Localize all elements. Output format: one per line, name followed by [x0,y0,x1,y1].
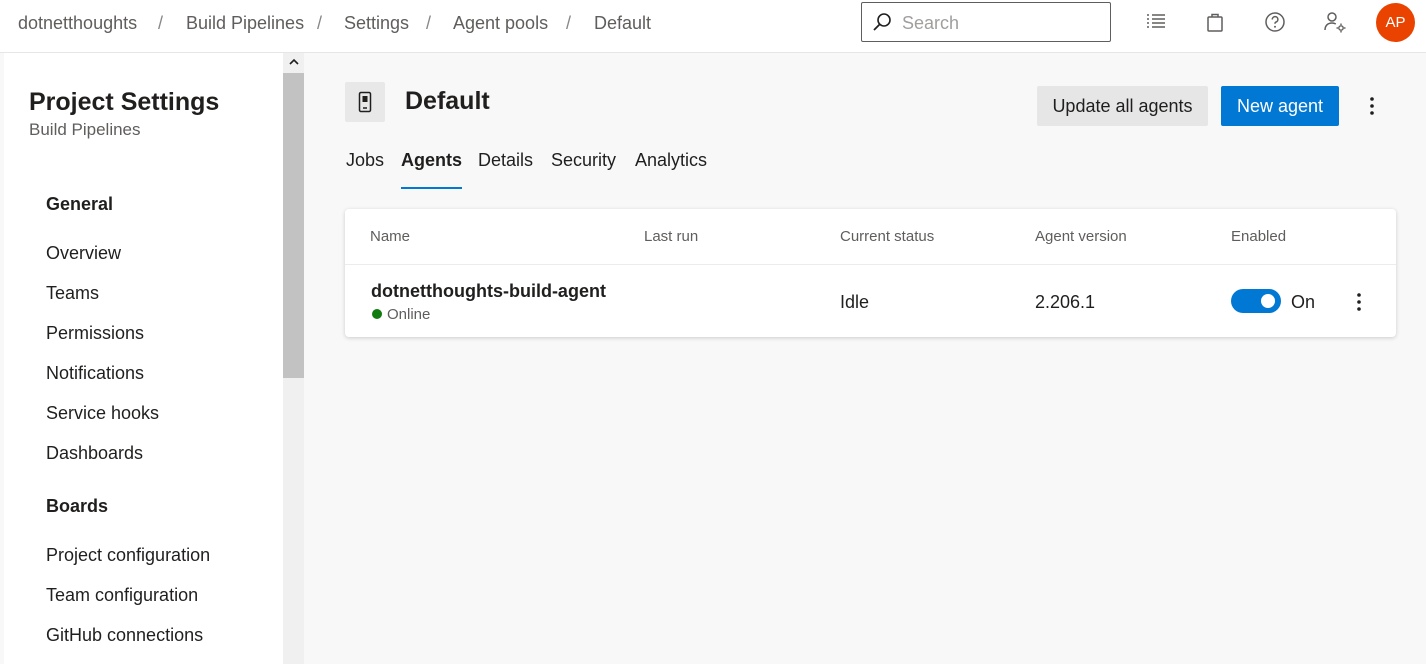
agent-current-status: Idle [840,292,870,312]
breadcrumb-separator: / [426,13,432,33]
sidebar-item-notifications[interactable]: Notifications [46,363,144,384]
table-header: Name Last run Current status Agent versi… [345,209,1396,265]
agent-version: 2.206.1 [1035,292,1096,312]
breadcrumb-separator: / [158,13,164,33]
sidebar-scrollbar-thumb[interactable] [283,73,304,378]
sidebar-section-boards: Boards [46,496,109,516]
breadcrumb-agent-pools[interactable]: Agent pools [453,13,548,34]
scroll-up-arrow-icon[interactable] [286,54,302,70]
search-input[interactable] [902,12,1102,34]
sidebar-item-service-hooks[interactable]: Service hooks [46,403,159,424]
breadcrumb-separator: / [566,13,572,33]
column-header-agent-version[interactable]: Agent version [1035,228,1127,245]
agent-online-status: Online [387,306,431,323]
enabled-toggle[interactable] [1231,289,1281,313]
sidebar-item-project-configuration[interactable]: Project configuration [46,545,210,566]
toggle-knob [1261,294,1275,308]
breadcrumb-settings[interactable]: Settings [344,13,409,34]
sidebar-subtitle: Build Pipelines [29,120,141,139]
tab-analytics[interactable]: Analytics [635,150,707,189]
column-header-current-status[interactable]: Current status [840,228,934,245]
enabled-toggle-label: On [1291,292,1316,312]
search-icon [873,13,891,31]
new-agent-button[interactable]: New agent [1221,86,1339,126]
agents-table: Name Last run Current status Agent versi… [345,209,1396,337]
agent-pool-icon [345,82,385,122]
sidebar-title: Project Settings [29,88,220,116]
task-list-icon[interactable] [1144,10,1168,34]
breadcrumb-default[interactable]: Default [594,13,651,34]
tab-agents[interactable]: Agents [401,150,463,189]
column-header-last-run[interactable]: Last run [644,228,698,245]
agent-name[interactable]: dotnetthoughts-build-agent [371,281,606,302]
user-avatar[interactable]: AP [1376,3,1415,42]
breadcrumb-separator: / [317,13,323,33]
tab-details[interactable]: Details [478,150,533,189]
online-status-dot-icon [372,309,382,319]
column-header-name[interactable]: Name [370,228,410,245]
sidebar-item-overview[interactable]: Overview [46,243,121,264]
shopping-bag-icon[interactable] [1203,10,1227,34]
top-bar: dotnetthoughts / Build Pipelines / Setti… [0,0,1426,53]
sidebar-item-teams[interactable]: Teams [46,283,99,304]
breadcrumb-organization[interactable]: dotnetthoughts [18,13,137,34]
settings-sidebar: Project Settings Build Pipelines General… [4,53,304,664]
tab-jobs[interactable]: Jobs [346,150,384,189]
row-more-actions-icon[interactable] [1349,290,1369,314]
breadcrumb-project[interactable]: Build Pipelines [186,13,304,34]
sidebar-item-github-connections[interactable]: GitHub connections [46,625,203,646]
update-all-agents-button[interactable]: Update all agents [1037,86,1208,126]
help-icon[interactable] [1263,10,1287,34]
sidebar-section-general: General [46,194,114,214]
sidebar-item-permissions[interactable]: Permissions [46,323,144,344]
sidebar-item-team-configuration[interactable]: Team configuration [46,585,198,606]
tab-security[interactable]: Security [551,150,616,189]
column-header-enabled[interactable]: Enabled [1231,228,1286,245]
user-settings-icon[interactable] [1323,10,1347,34]
search-box[interactable] [861,2,1111,42]
more-actions-icon[interactable] [1362,94,1382,118]
sidebar-item-dashboards[interactable]: Dashboards [46,443,143,464]
page-title: Default [405,87,490,115]
